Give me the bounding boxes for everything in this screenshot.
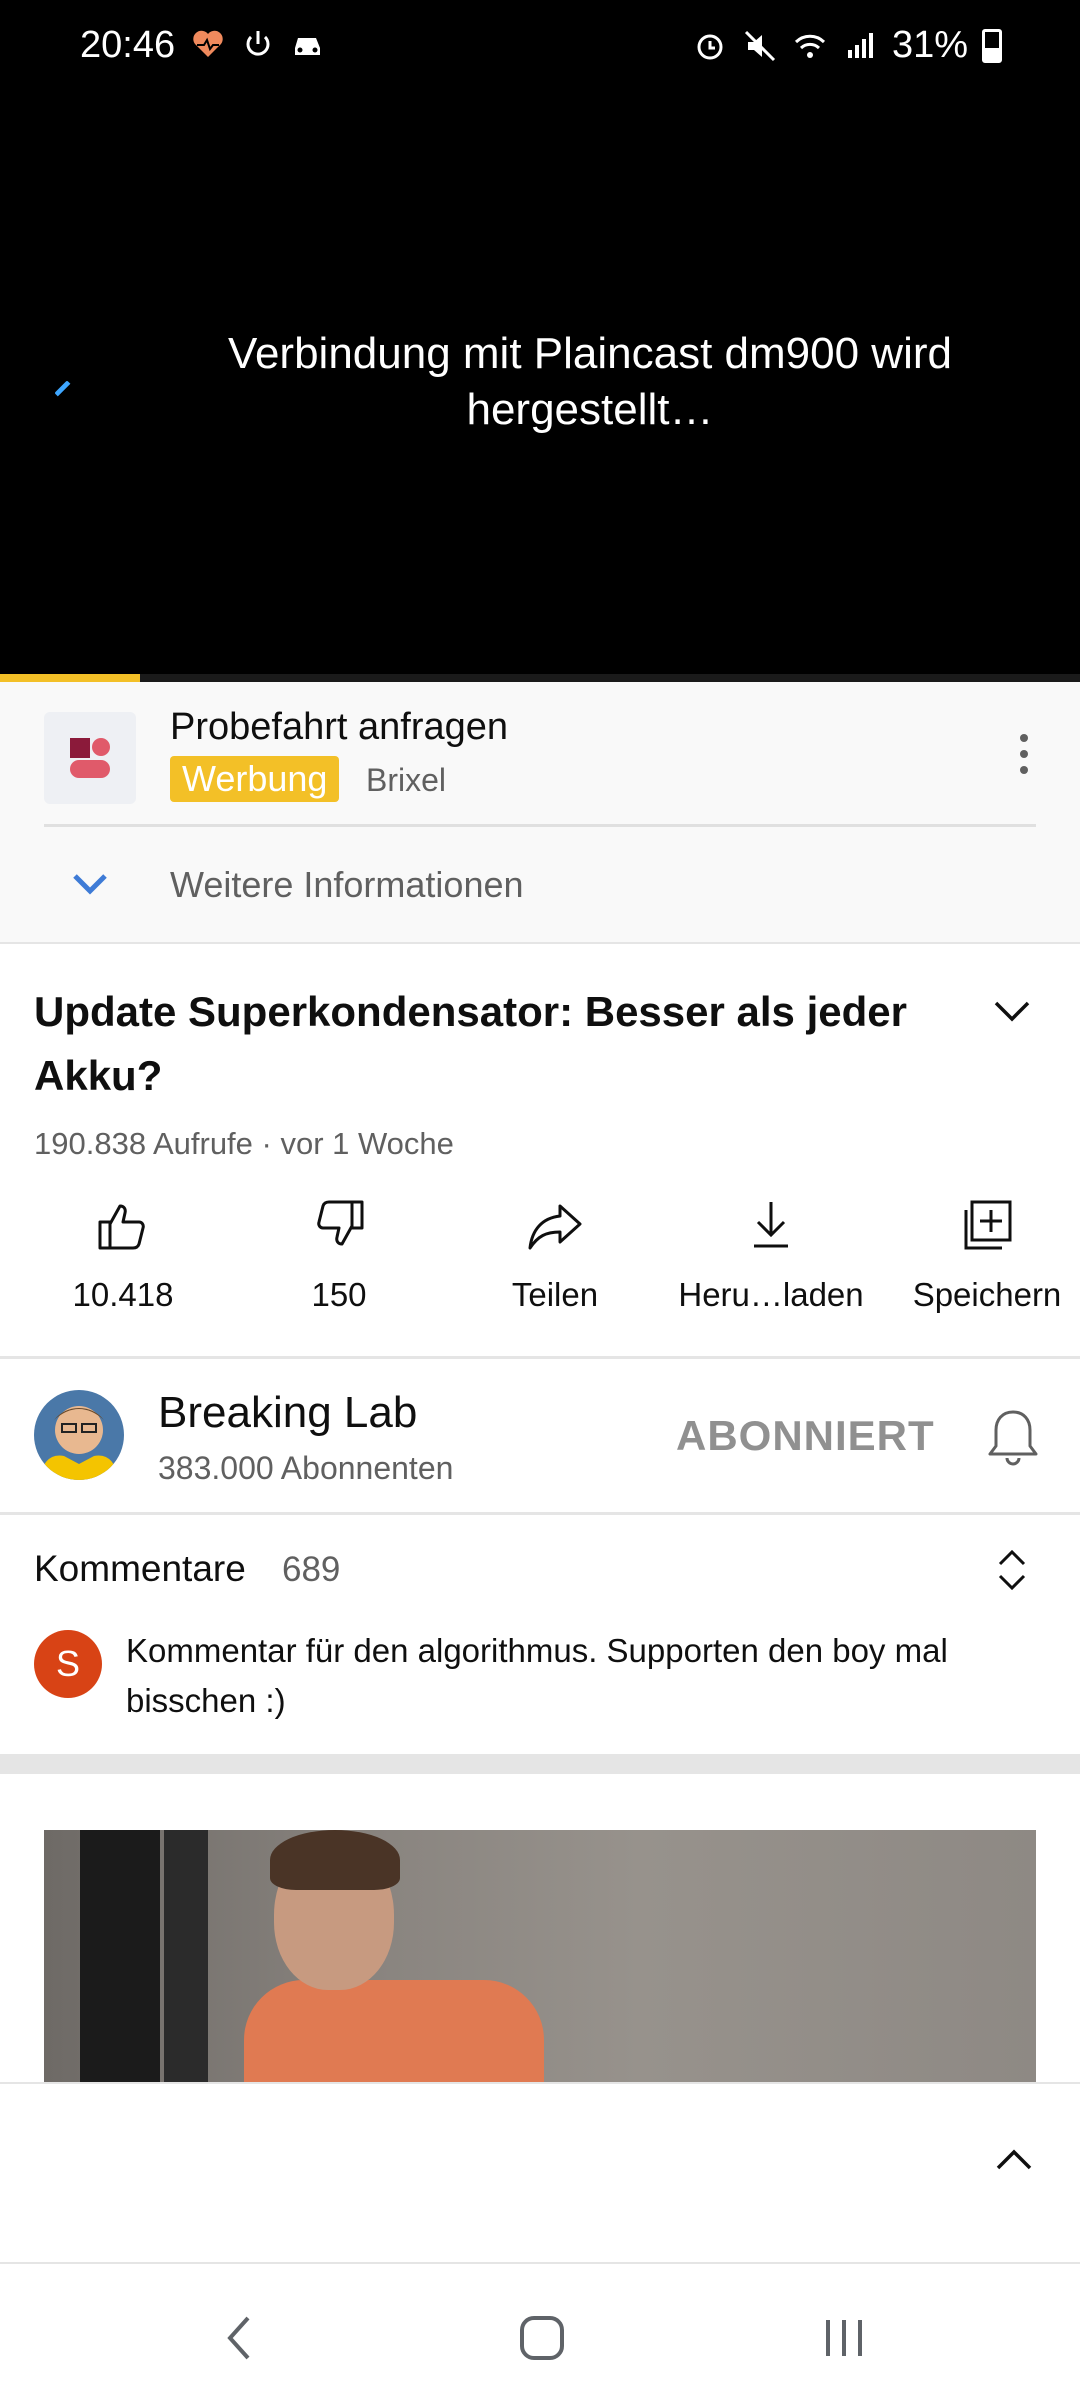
battery-percent: 31% [891, 24, 968, 66]
dislike-count: 150 [311, 1276, 367, 1313]
recents-icon[interactable] [814, 2308, 874, 2368]
car-icon [295, 38, 320, 55]
comment-preview-text: Kommentar für den algorithmus. Supporten… [126, 1632, 948, 1719]
cast-status-message: Verbindung mit Plaincast dm900 wird herg… [228, 329, 952, 434]
dislike-button[interactable]: 150 [246, 1196, 432, 1336]
ad-title[interactable]: Probefahrt anfragen [170, 706, 508, 749]
alarm-icon [697, 34, 723, 59]
gym-rack [164, 1830, 208, 2082]
download-label: Heru…laden [678, 1276, 864, 1313]
commenter-avatar: S [34, 1630, 102, 1698]
person-hair [270, 1830, 400, 1890]
more-vert-icon[interactable] [1018, 732, 1030, 776]
wifi-icon [794, 34, 825, 58]
thumbs-down-icon [317, 1200, 364, 1246]
divider [0, 1512, 1080, 1515]
ad-badge: Werbung [170, 756, 340, 802]
loading-spinner-icon [54, 380, 80, 406]
save-label: Speichern [912, 1276, 1062, 1313]
home-icon[interactable] [512, 2308, 572, 2368]
mute-icon [744, 30, 775, 61]
next-video-thumbnail[interactable] [44, 1830, 1036, 2082]
channel-name[interactable]: Breaking Lab [158, 1388, 417, 1438]
subscriber-count: 383.000 Abonnenten [158, 1450, 454, 1486]
download-button[interactable]: Heru…laden [678, 1196, 864, 1336]
back-icon[interactable] [210, 2308, 270, 2368]
avatar-image [34, 1390, 124, 1480]
divider [0, 1356, 1080, 1359]
video-meta: 190.838 Aufrufe · vor 1 Woche [34, 1126, 454, 1161]
action-row: 10.418 150 Teilen Heru…laden Speichern [0, 1196, 1080, 1336]
video-title[interactable]: Update Superkondensator: Besser als jede… [34, 980, 934, 1108]
heart-rate-icon [193, 30, 223, 57]
chevron-down-icon[interactable] [70, 868, 110, 898]
signal-icon [847, 32, 873, 58]
ad-advertiser: Brixel [366, 762, 447, 798]
brixel-logo-icon [70, 738, 110, 778]
comments-title[interactable]: Kommentare [34, 1548, 246, 1590]
save-button[interactable]: Speichern [894, 1196, 1080, 1336]
person-shirt [244, 1980, 544, 2082]
like-button[interactable]: 10.418 [30, 1196, 216, 1336]
power-icon [246, 31, 270, 56]
more-info-button[interactable]: Weitere Informationen [170, 864, 524, 906]
video-player[interactable]: 20:46 31% Verbindung mit Plaincast dm900… [0, 0, 1080, 682]
divider [44, 824, 1036, 827]
ad-progress-bar [0, 674, 1080, 682]
share-button[interactable]: Teilen [462, 1196, 648, 1336]
ad-card[interactable]: Probefahrt anfragen Werbung Brixel Weite… [0, 682, 1080, 944]
save-to-playlist-icon [964, 1200, 1012, 1250]
share-label: Teilen [511, 1276, 599, 1313]
expand-comments-icon[interactable] [996, 1548, 1028, 1592]
thumbs-up-icon [98, 1204, 145, 1250]
share-icon [528, 1204, 582, 1250]
status-bar: 20:46 31% [0, 0, 1080, 96]
ad-progress-fill [0, 674, 141, 682]
collapsed-panel[interactable] [0, 2082, 1080, 2264]
chevron-up-icon[interactable] [994, 2144, 1034, 2174]
download-icon [754, 1202, 788, 1248]
subscribed-button[interactable]: ABONNIERT [676, 1412, 935, 1460]
gym-rack [80, 1830, 160, 2082]
system-nav-bar [0, 2264, 1080, 2400]
battery-icon [982, 28, 1002, 63]
status-time: 20:46 [80, 24, 176, 66]
notification-bell-icon[interactable] [984, 1406, 1042, 1470]
comments-count: 689 [282, 1550, 341, 1589]
like-count: 10.418 [72, 1276, 174, 1313]
expand-description-icon[interactable] [992, 996, 1032, 1026]
advertiser-logo[interactable] [44, 712, 136, 804]
section-separator [0, 1754, 1080, 1774]
channel-avatar[interactable] [34, 1390, 124, 1480]
